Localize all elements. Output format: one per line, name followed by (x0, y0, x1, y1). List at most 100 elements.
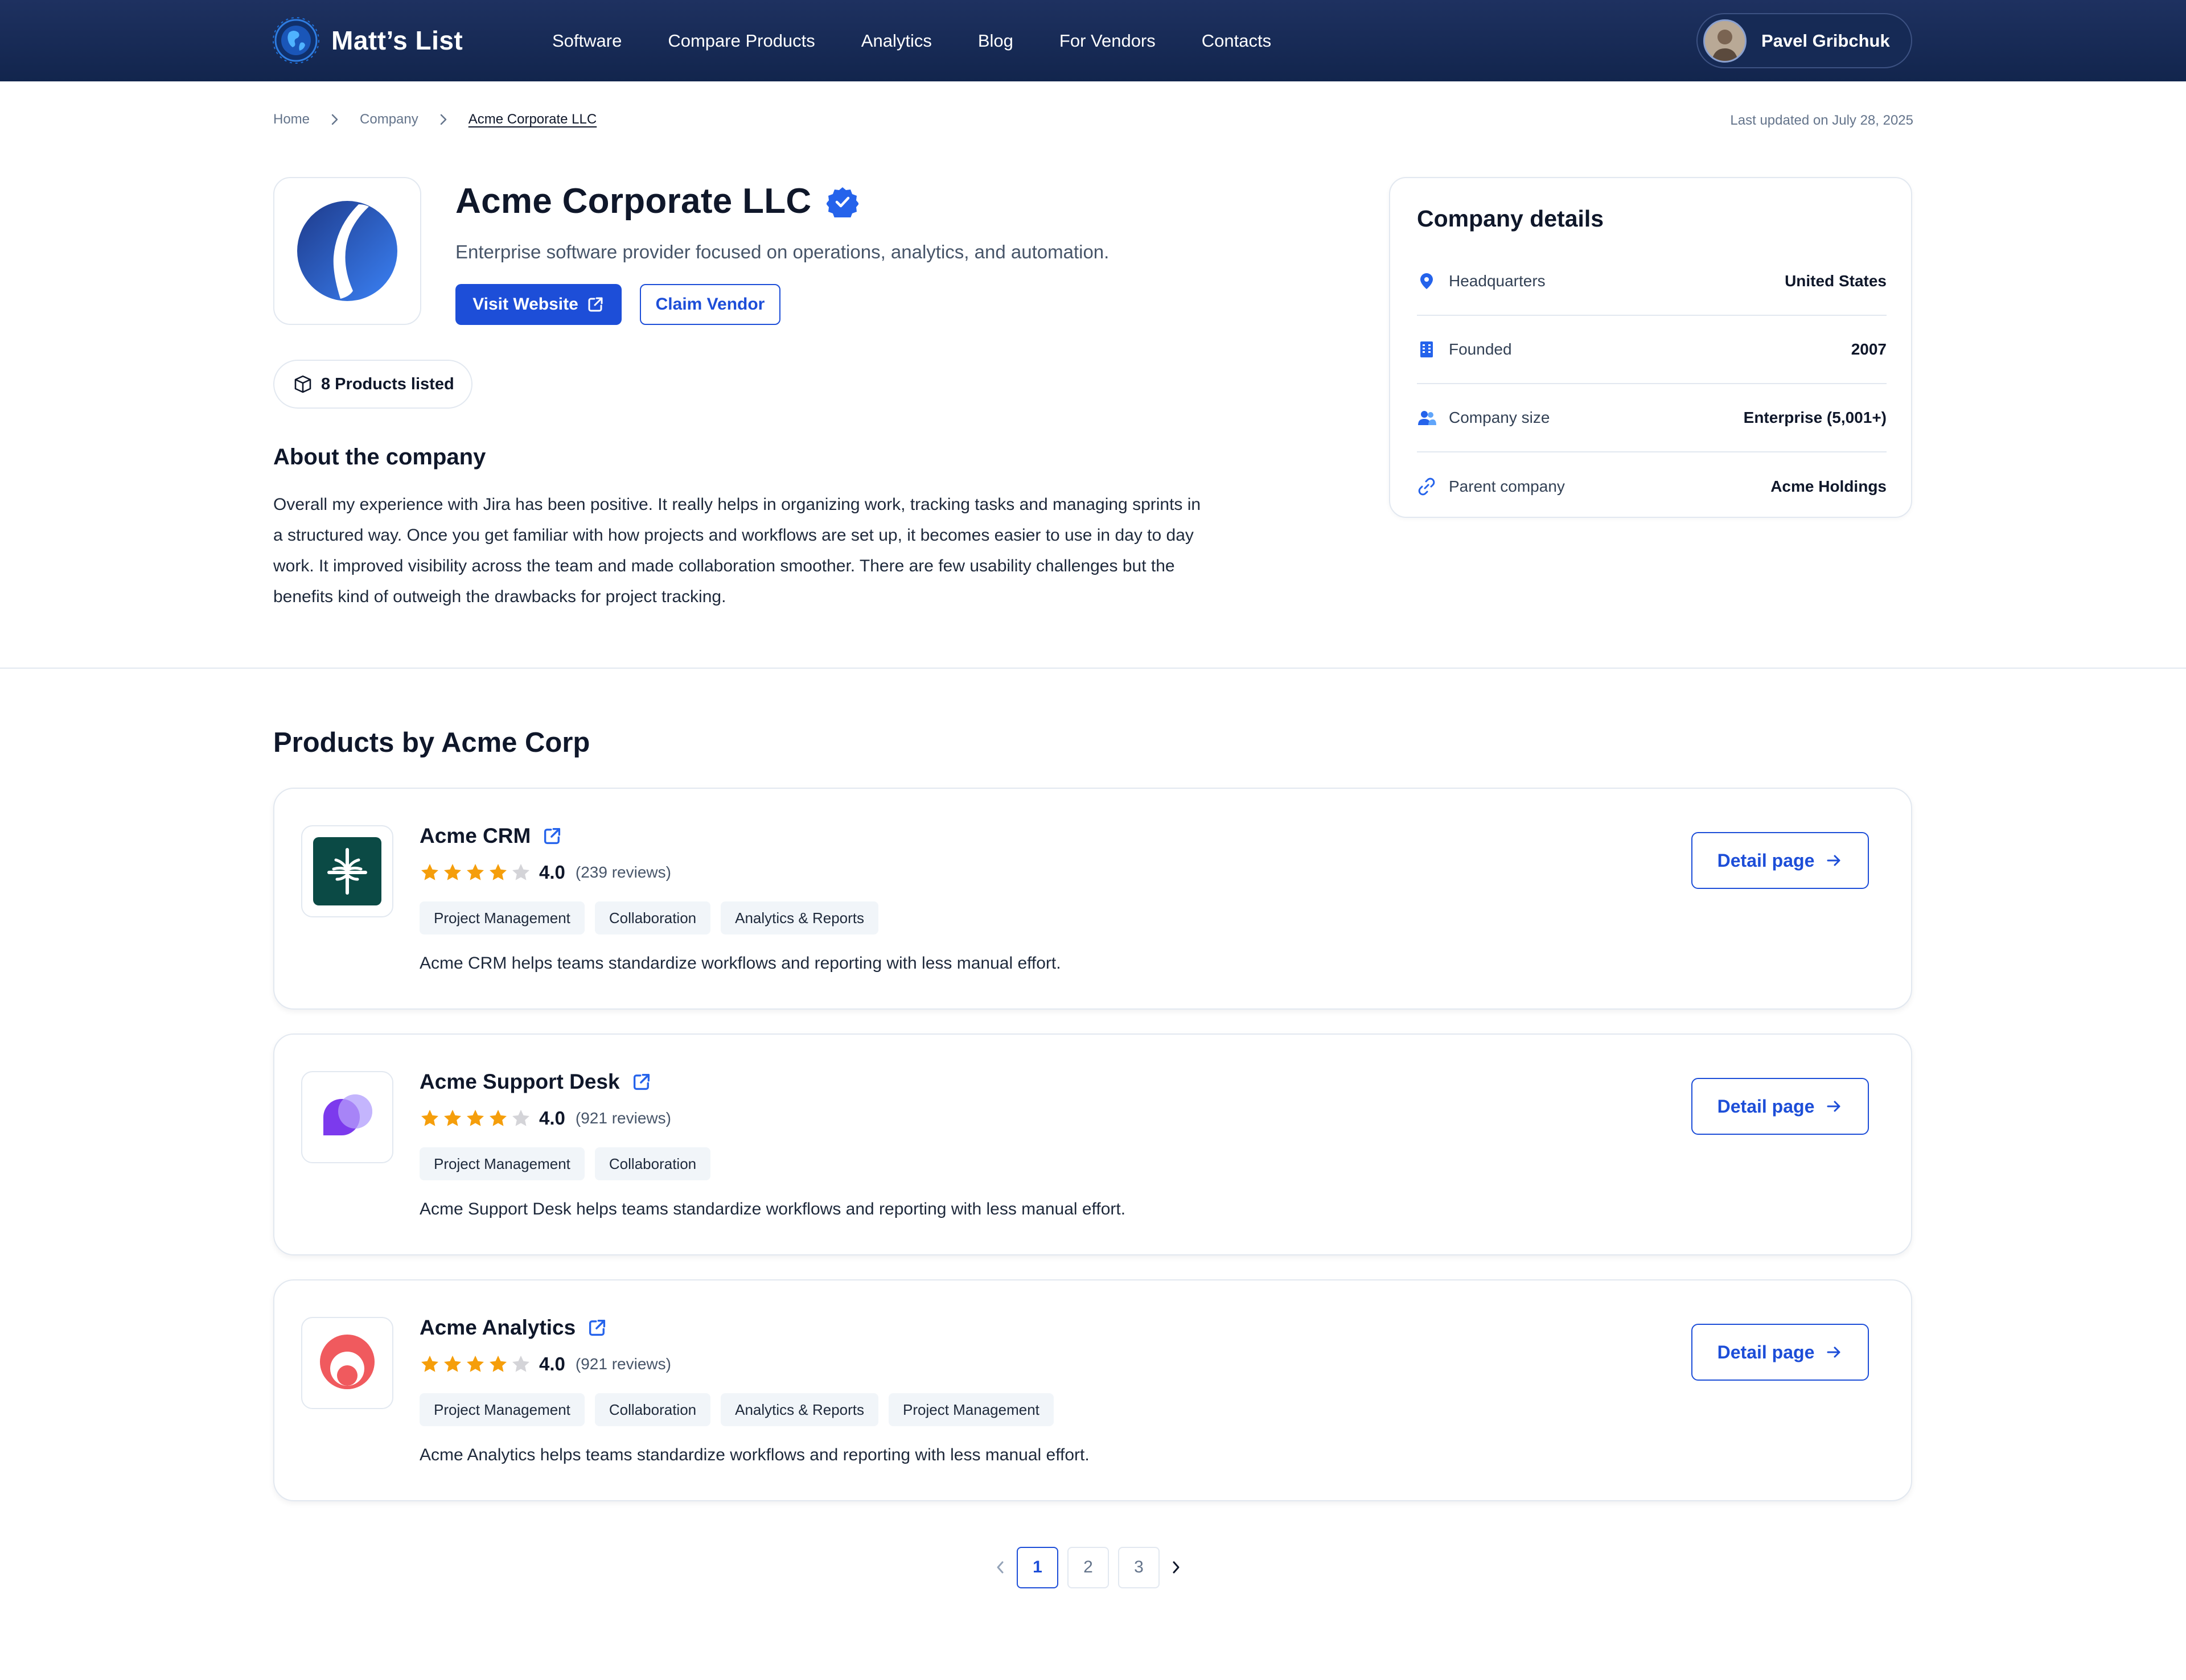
next-page-button[interactable] (1164, 1546, 1188, 1588)
nav-for-vendors[interactable]: For Vendors (1059, 31, 1156, 51)
rating-stars (420, 862, 533, 883)
review-count: (239 reviews) (575, 863, 671, 881)
acme-support-desk-logo (323, 1094, 372, 1135)
product-description: Acme CRM helps teams standardize workflo… (420, 954, 1061, 973)
product-tag: Project Management (420, 901, 585, 934)
user-name: Pavel Gribchuk (1761, 30, 1890, 51)
product-logo (301, 825, 393, 917)
chevron-right-icon (331, 114, 338, 125)
rating-stars (420, 1108, 533, 1129)
brand-name: Matt’s List (331, 26, 463, 55)
product-name-link[interactable]: Acme Analytics (420, 1316, 607, 1340)
detail-value: Acme Holdings (1770, 477, 1887, 495)
avatar-image (1705, 20, 1745, 61)
star-empty-icon (512, 864, 529, 880)
detail-page-label: Detail page (1717, 850, 1815, 871)
company-name: Acme Corporate LLC (455, 182, 812, 221)
product-tag: Project Management (889, 1393, 1054, 1426)
detail-value: Enterprise (5,001+) (1743, 409, 1887, 426)
user-menu-button[interactable]: Pavel Gribchuk (1696, 13, 1912, 68)
section-divider (0, 668, 2186, 669)
chevron-left-icon (997, 1561, 1004, 1574)
product-tag: Project Management (420, 1393, 585, 1426)
company-logo (273, 177, 421, 325)
star-filled-icon (490, 1356, 507, 1372)
claim-vendor-button[interactable]: Claim Vendor (640, 284, 780, 325)
nav-blog[interactable]: Blog (978, 31, 1013, 51)
link-icon (1418, 477, 1435, 496)
brand-logo[interactable]: Matt’s List (272, 17, 463, 64)
review-count: (921 reviews) (575, 1355, 671, 1373)
product-rating: 4.0 (921 reviews) (420, 1107, 671, 1129)
product-tags: Project Management Collaboration Analyti… (420, 901, 889, 934)
previous-page-button[interactable] (988, 1546, 1012, 1588)
products-count-badge: 8 Products listed (273, 360, 472, 409)
product-tag: Analytics & Reports (721, 901, 878, 934)
detail-row-parent-company: Parent company Acme Holdings (1417, 452, 1887, 521)
rating-score: 4.0 (539, 1107, 565, 1129)
product-tags: Project Management Collaboration Analyti… (420, 1393, 1064, 1426)
detail-label: Headquarters (1449, 272, 1546, 290)
avatar (1703, 19, 1747, 63)
building-icon (1420, 341, 1433, 357)
arrow-right-icon (1827, 1101, 1840, 1112)
last-updated-text: Last updated on July 28, 2025 (1730, 113, 1913, 128)
breadcrumb-home[interactable]: Home (273, 112, 310, 127)
chevron-right-icon (440, 114, 446, 125)
top-navigation-bar: Matt’s List Software Compare Products An… (0, 0, 2186, 81)
detail-page-label: Detail page (1717, 1341, 1815, 1362)
globe-icon (273, 17, 319, 64)
product-name: Acme CRM (420, 824, 531, 847)
company-title-row: Acme Corporate LLC (455, 181, 858, 221)
nav-compare-products[interactable]: Compare Products (668, 31, 815, 51)
detail-page-button[interactable]: Detail page (1691, 1324, 1869, 1381)
breadcrumb: Home Company Acme Corporate LLC (273, 112, 597, 127)
visit-website-button[interactable]: Visit Website (455, 284, 622, 325)
acme-analytics-logo (320, 1335, 375, 1389)
star-filled-icon (490, 1110, 507, 1126)
rating-stars (420, 1354, 533, 1374)
product-name-link[interactable]: Acme CRM (420, 824, 562, 848)
product-card: Acme Support Desk 4.0 (921 reviews) Proj… (273, 1033, 1912, 1255)
star-filled-icon (444, 1356, 461, 1372)
detail-label: Parent company (1449, 477, 1565, 495)
detail-value: 2007 (1851, 340, 1887, 358)
product-description: Acme Support Desk helps teams standardiz… (420, 1200, 1126, 1218)
star-filled-icon (421, 864, 438, 880)
product-tags: Project Management Collaboration (420, 1147, 721, 1180)
detail-label: Company size (1449, 409, 1550, 426)
detail-row-founded: Founded 2007 (1417, 316, 1887, 384)
acme-crm-logo (313, 837, 381, 905)
detail-page-button[interactable]: Detail page (1691, 1078, 1869, 1135)
product-name-link[interactable]: Acme Support Desk (420, 1070, 652, 1094)
product-tag: Collaboration (594, 901, 711, 934)
star-filled-icon (421, 1356, 438, 1372)
detail-page-label: Detail page (1717, 1096, 1815, 1117)
nav-software[interactable]: Software (552, 31, 622, 51)
product-logo (301, 1071, 393, 1163)
star-filled-icon (421, 1110, 438, 1126)
external-link-icon (633, 1073, 650, 1090)
breadcrumb-current[interactable]: Acme Corporate LLC (469, 112, 597, 127)
page-2-button[interactable]: 2 (1067, 1546, 1109, 1588)
page-1-button[interactable]: 1 (1017, 1546, 1058, 1588)
users-icon (1418, 411, 1436, 425)
star-filled-icon (467, 1110, 484, 1126)
products-section-title: Products by Acme Corp (273, 727, 590, 758)
verified-badge-icon (826, 187, 858, 217)
nav-contacts[interactable]: Contacts (1202, 31, 1271, 51)
star-empty-icon (512, 1110, 529, 1126)
external-link-icon (588, 297, 603, 312)
product-logo (301, 1317, 393, 1409)
breadcrumb-company[interactable]: Company (360, 112, 418, 127)
box-icon (294, 375, 311, 393)
product-rating: 4.0 (239 reviews) (420, 862, 671, 883)
star-filled-icon (444, 864, 461, 880)
detail-page-button[interactable]: Detail page (1691, 832, 1869, 889)
about-text: Overall my experience with Jira has been… (273, 495, 1201, 606)
nav-analytics[interactable]: Analytics (861, 31, 932, 51)
page-3-button[interactable]: 3 (1118, 1546, 1160, 1588)
product-tag: Collaboration (594, 1393, 711, 1426)
product-card: Acme Analytics 4.0 (921 reviews) Project… (273, 1279, 1912, 1501)
star-filled-icon (444, 1110, 461, 1126)
